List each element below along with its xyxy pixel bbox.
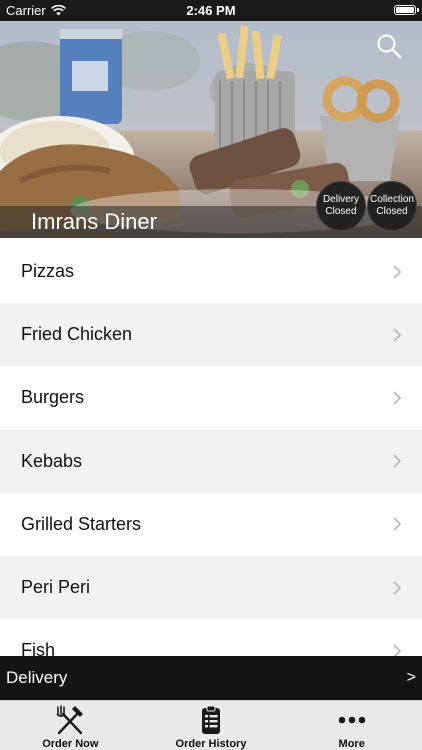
chevron-right-icon [393, 328, 402, 342]
delivery-arrow-icon: > [406, 669, 416, 686]
delivery-status-badge: Delivery Closed [316, 181, 366, 231]
fork-knife-icon [56, 705, 84, 735]
tab-bar: Order Now Order History More [0, 700, 422, 750]
delivery-badge-line2: Closed [325, 206, 357, 217]
chevron-right-icon [393, 517, 402, 531]
menu-category-fried-chicken[interactable]: Fried Chicken [0, 303, 422, 367]
app-screen: Carrier 2:46 PM Imrans Diner Delivery Cl… [0, 0, 422, 750]
tab-order-history[interactable]: Order History [141, 701, 282, 750]
delivery-mode-bar[interactable]: Delivery > [0, 656, 422, 700]
menu-category-kebabs[interactable]: Kebabs [0, 429, 422, 493]
collection-status-badge: Collection Closed [367, 181, 417, 231]
battery-icon [394, 5, 419, 15]
collection-badge-line2: Closed [376, 206, 408, 217]
hero-banner: Imrans Diner Delivery Closed Collection … [0, 21, 422, 238]
menu-category-label: Kebabs [21, 450, 83, 471]
menu-category-list: Pizzas Fried Chicken Burgers Kebabs Gril… [0, 240, 422, 683]
collection-badge-line1: Collection [370, 194, 414, 205]
more-dots-icon [338, 716, 365, 724]
menu-category-label: Pizzas [21, 261, 75, 282]
search-icon[interactable] [376, 33, 402, 59]
chevron-right-icon [393, 391, 402, 405]
delivery-badge-line1: Delivery [322, 194, 360, 205]
tab-order-now[interactable]: Order Now [0, 701, 141, 750]
menu-category-burgers[interactable]: Burgers [0, 366, 422, 430]
menu-category-label: Grilled Starters [21, 513, 142, 534]
menu-category-label: Peri Peri [21, 577, 91, 598]
restaurant-name: Imrans Diner [31, 209, 157, 234]
menu-category-peri-peri[interactable]: Peri Peri [0, 555, 422, 620]
tab-more-label: More [338, 738, 365, 750]
menu-category-grilled-starters[interactable]: Grilled Starters [0, 492, 422, 556]
menu-category-label: Burgers [21, 387, 85, 408]
status-time: 2:46 PM [186, 3, 236, 18]
chevron-right-icon [393, 454, 402, 468]
tab-order-now-label: Order Now [42, 738, 99, 750]
clipboard-list-icon [202, 705, 220, 734]
status-bar: Carrier 2:46 PM [0, 0, 422, 21]
chevron-right-icon [393, 580, 402, 595]
battery-level-fill [396, 7, 414, 13]
menu-category-pizzas[interactable]: Pizzas [0, 240, 422, 304]
tab-more[interactable]: More [281, 701, 422, 750]
menu-category-label: Fried Chicken [21, 324, 133, 345]
tab-order-history-label: Order History [175, 738, 247, 750]
delivery-mode-label: Delivery [6, 668, 68, 687]
chevron-right-icon [393, 264, 402, 279]
